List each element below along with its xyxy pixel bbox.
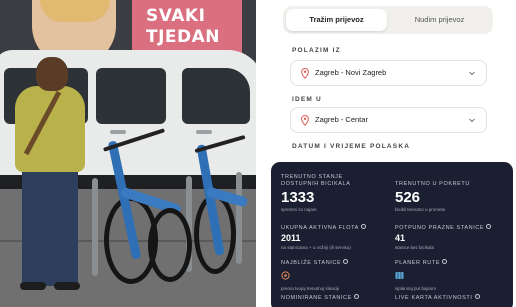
person-torso (15, 86, 85, 172)
dock-stand (92, 178, 98, 276)
chevron-down-icon (469, 71, 475, 76)
datetime-label: DATUM I VRIJEME POLASKA (292, 143, 411, 150)
stat-value: 526 (395, 189, 421, 206)
info-icon[interactable] (353, 294, 359, 299)
person-head (36, 57, 68, 91)
stat-caption: stanice bez bicikala (395, 245, 435, 250)
bike-stats-panel: TRENUTNO STANJE DOSTUPNIH BICIKALA 1333 … (271, 162, 513, 307)
info-icon[interactable] (360, 224, 366, 229)
stat-available-bikes: TRENUTNO STANJE DOSTUPNIH BICIKALA 1333 … (281, 174, 350, 213)
stat-empty-stations: POTPUNO PRAZNE STANICE 41 stanice bez bi… (395, 224, 492, 251)
stat-label-text: NOMINIRANE STANICE (281, 295, 352, 301)
stat-label: TRENUTNO STANJE (281, 174, 343, 180)
person-shoe (20, 282, 46, 290)
info-icon[interactable] (343, 259, 349, 264)
from-value: Zagreb - Novi Zagreb (315, 68, 387, 77)
location-target-icon (281, 271, 290, 280)
person-legs (22, 168, 78, 286)
stat-caption: na stanicama + u vožnji (ili servisu) (281, 245, 351, 250)
tab-request-ride[interactable]: Tražim prijevoz (286, 9, 387, 31)
map-icon (395, 272, 404, 279)
ride-search-form: Tražim prijevoz Nudim prijevoz POLAZIM I… (276, 0, 516, 155)
person-shoe (54, 282, 80, 290)
to-select[interactable]: Zagreb - Centar (290, 107, 487, 133)
route-planner-link[interactable]: PLANER RUTE isplaniraj put bajsom (395, 259, 448, 292)
stat-label: UKUPNA AKTIVNA FLOTA (281, 224, 366, 232)
stat-caption: isplaniraj put bajsom (395, 286, 437, 291)
stat-caption: bicikli trenutno u prometu (395, 207, 446, 212)
map-pin-icon (301, 115, 309, 126)
stat-caption: prema tvojoj trenutnoj lokaciji (281, 286, 340, 291)
map-pin-icon (301, 68, 309, 79)
nearest-stations-link[interactable]: NAJBLIŽE STANICE prema tvojoj trenutnoj … (281, 259, 349, 292)
hero-photo: SVAKI TJEDAN (0, 0, 256, 307)
stat-label: POTPUNO PRAZNE STANICE (395, 224, 492, 232)
chevron-down-icon (469, 118, 475, 123)
nominated-stations-link[interactable]: NOMINIRANE STANICE (281, 294, 359, 302)
stat-value: 1333 (281, 189, 315, 206)
stat-label: DOSTUPNIH BICIKALA (281, 181, 351, 187)
billboard-text-line2: TJEDAN (146, 27, 221, 47)
dock-stand (236, 172, 242, 264)
tab-offer-ride[interactable]: Nudim prijevoz (389, 9, 490, 31)
van-window (182, 68, 250, 124)
stat-value: 41 (395, 233, 406, 243)
billboard-hair (40, 0, 110, 22)
van-handle (110, 130, 126, 134)
info-icon[interactable] (442, 259, 448, 264)
stat-label-text: NAJBLIŽE STANICE (281, 260, 342, 266)
stat-label-text: POTPUNO PRAZNE STANICE (395, 225, 485, 231)
live-map-link[interactable]: LIVE KARTA AKTIVNOSTI (395, 294, 480, 302)
to-value: Zagreb - Centar (315, 115, 368, 124)
stat-caption: spremni za najam (281, 207, 317, 212)
stat-label-text: UKUPNA AKTIVNA FLOTA (281, 225, 359, 231)
info-icon[interactable] (486, 224, 492, 229)
stat-label: PLANER RUTE (395, 259, 448, 267)
stat-in-motion: TRENUTNO U POKRETU 526 bicikli trenutno … (395, 181, 470, 213)
stat-label: TRENUTNO U POKRETU (395, 181, 470, 187)
stat-label-text: PLANER RUTE (395, 260, 441, 266)
from-select[interactable]: Zagreb - Novi Zagreb (290, 60, 487, 86)
info-icon[interactable] (474, 294, 480, 299)
stat-label: NAJBLIŽE STANICE (281, 259, 349, 267)
van-handle (196, 130, 212, 134)
ride-mode-tabs: Tražim prijevoz Nudim prijevoz (283, 6, 493, 34)
from-label: POLAZIM IZ (292, 47, 341, 54)
van-window (96, 68, 166, 124)
billboard-text-line1: SVAKI (146, 6, 206, 26)
stat-active-fleet: UKUPNA AKTIVNA FLOTA 2011 na stanicama +… (281, 224, 366, 251)
stat-label: NOMINIRANE STANICE (281, 294, 359, 302)
stat-label-text: LIVE KARTA AKTIVNOSTI (395, 295, 473, 301)
bike-wheel (148, 208, 192, 282)
stat-label: LIVE KARTA AKTIVNOSTI (395, 294, 480, 302)
to-label: IDEM U (292, 96, 322, 103)
stat-value: 2011 (281, 233, 301, 243)
